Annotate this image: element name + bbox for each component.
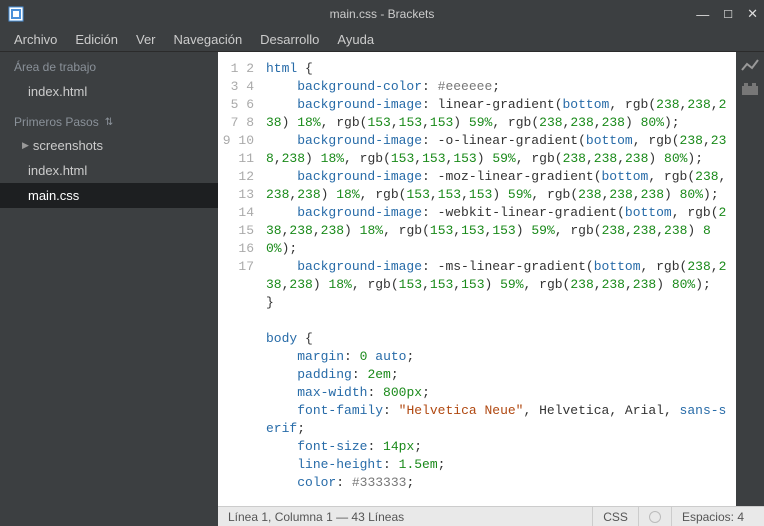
tree-file-index[interactable]: index.html bbox=[0, 158, 218, 183]
project-header[interactable]: Primeros Pasos ⇅ bbox=[0, 105, 218, 133]
tree-label: index.html bbox=[28, 163, 87, 178]
live-preview-icon[interactable] bbox=[741, 58, 759, 72]
close-button[interactable]: ✕ bbox=[747, 6, 758, 22]
chevron-right-icon: ▶ bbox=[22, 140, 29, 151]
menu-edicion[interactable]: Edición bbox=[67, 30, 126, 49]
extensions-icon[interactable] bbox=[741, 82, 759, 96]
menu-archivo[interactable]: Archivo bbox=[6, 30, 65, 49]
tree-file-main-active[interactable]: main.css bbox=[0, 183, 218, 208]
project-label: Primeros Pasos bbox=[14, 115, 99, 129]
right-rail bbox=[736, 52, 764, 506]
menu-navegacion[interactable]: Navegación bbox=[166, 30, 251, 49]
tree-label: screenshots bbox=[33, 138, 103, 153]
menu-ver[interactable]: Ver bbox=[128, 30, 164, 49]
tree-label: main.css bbox=[28, 188, 79, 203]
minimize-button[interactable]: — bbox=[696, 7, 709, 22]
status-spaces[interactable]: Espacios: 4 bbox=[671, 507, 754, 526]
window-title: main.css - Brackets bbox=[330, 7, 435, 21]
gutter: 1 2 3 4 5 6 7 8 9 10 11 12 13 14 15 16 1… bbox=[218, 52, 262, 506]
workspace-file[interactable]: index.html bbox=[0, 78, 218, 105]
status-lint[interactable] bbox=[638, 507, 671, 526]
sort-icon: ⇅ bbox=[105, 117, 111, 128]
circle-icon bbox=[649, 511, 661, 523]
status-cursor: Línea 1, Columna 1 — 43 Líneas bbox=[228, 510, 404, 524]
window-controls: — ☐ ✕ bbox=[696, 0, 758, 28]
menu-ayuda[interactable]: Ayuda bbox=[329, 30, 382, 49]
statusbar: Línea 1, Columna 1 — 43 Líneas CSS Espac… bbox=[218, 506, 764, 526]
app-icon bbox=[8, 6, 24, 22]
workspace-label: Área de trabajo bbox=[0, 52, 218, 78]
titlebar: main.css - Brackets — ☐ ✕ bbox=[0, 0, 764, 28]
status-language[interactable]: CSS bbox=[592, 507, 638, 526]
tree-folder-screenshots[interactable]: ▶ screenshots bbox=[0, 133, 218, 158]
code-area[interactable]: html { background-color: #eeeeee; backgr… bbox=[262, 52, 736, 506]
sidebar: Área de trabajo index.html Primeros Paso… bbox=[0, 52, 218, 506]
content: Área de trabajo index.html Primeros Paso… bbox=[0, 52, 764, 506]
editor[interactable]: 1 2 3 4 5 6 7 8 9 10 11 12 13 14 15 16 1… bbox=[218, 52, 736, 506]
menu-desarrollo[interactable]: Desarrollo bbox=[252, 30, 327, 49]
menubar: Archivo Edición Ver Navegación Desarroll… bbox=[0, 28, 764, 52]
maximize-button[interactable]: ☐ bbox=[723, 8, 733, 21]
